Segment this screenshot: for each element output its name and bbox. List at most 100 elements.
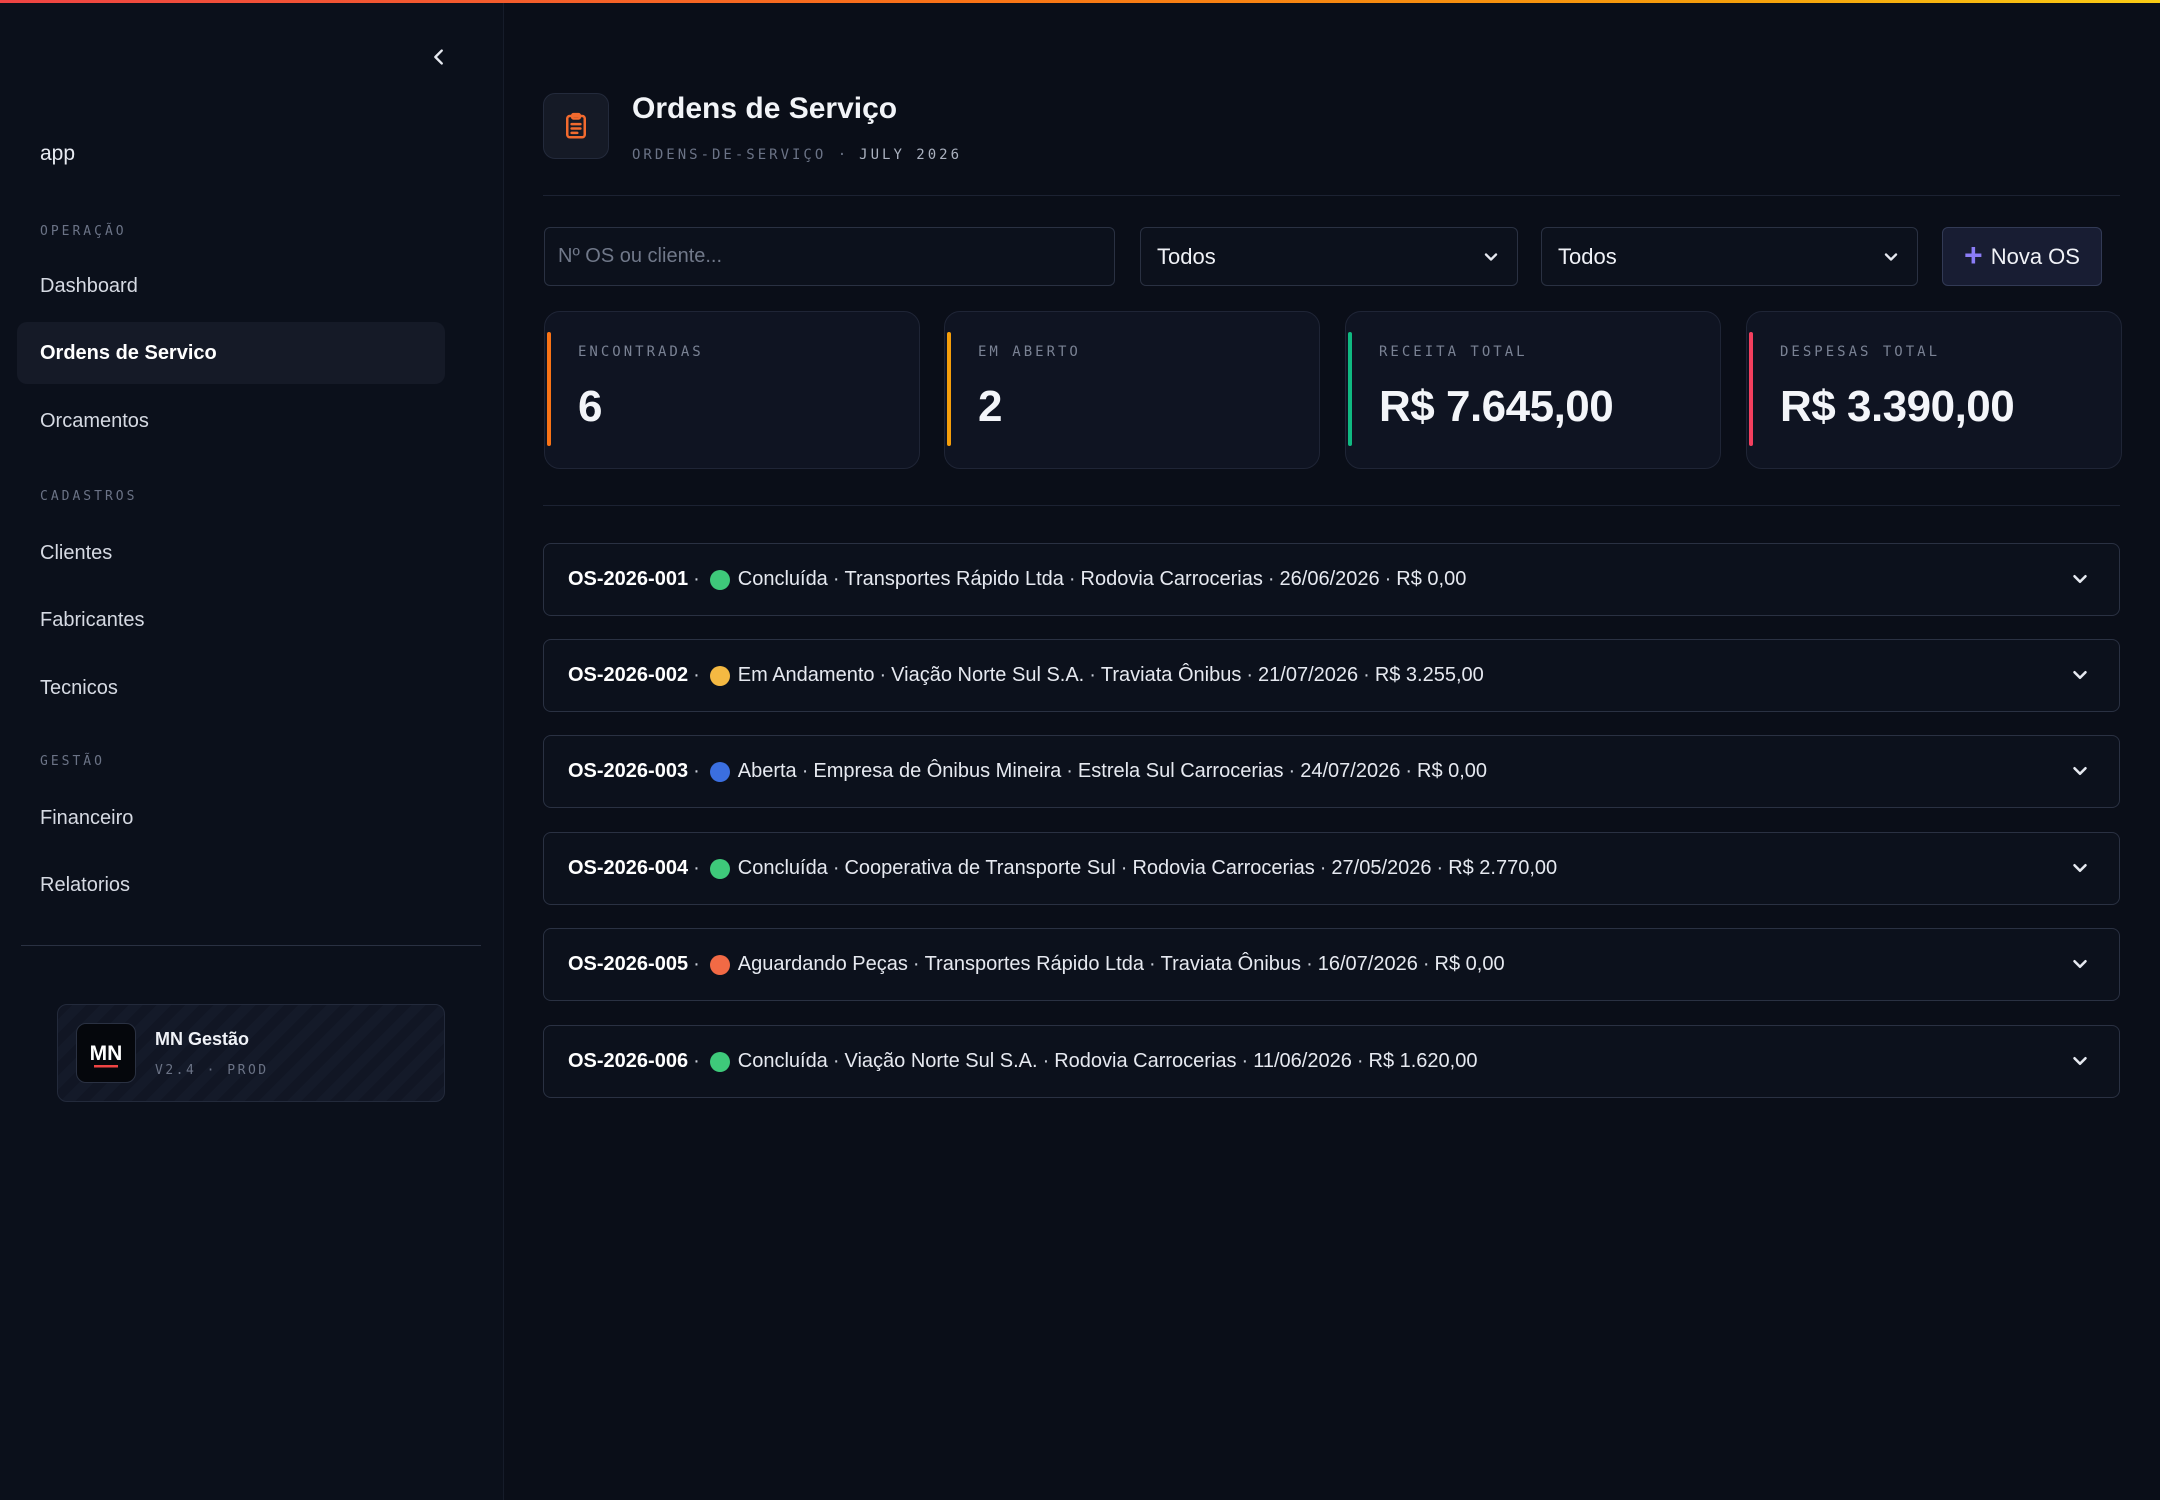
separator: · xyxy=(693,1050,700,1072)
order-status: Em Andamento xyxy=(737,664,875,686)
breadcrumb-month: JULY 2026 xyxy=(859,147,963,163)
stat-value: 6 xyxy=(578,382,602,431)
chevron-down-icon xyxy=(1484,252,1498,261)
status-dot-icon xyxy=(709,665,730,686)
order-row[interactable]: OS-2026-006 · Concluída · Viação Norte Sul S… xyxy=(543,1025,2120,1098)
order-value: R$ 0,00 xyxy=(1396,568,1467,590)
sidebar-item-ordens-de-servico[interactable]: Ordens de Servico xyxy=(17,322,445,384)
order-status: Aguardando Peças xyxy=(737,953,908,975)
sidebar-item-tecnicos[interactable]: Tecnicos xyxy=(17,657,445,719)
order-date: 27/05/2026 xyxy=(1331,857,1432,879)
sidebar-item-financeiro[interactable]: Financeiro xyxy=(17,787,445,849)
order-manufacturer: Rodovia Carrocerias xyxy=(1054,1050,1237,1072)
order-id: OS-2026-002 xyxy=(568,664,689,686)
order-value: R$ 0,00 xyxy=(1417,760,1488,782)
secondary-filter-value: Todos xyxy=(1558,243,1617,269)
separator: · xyxy=(1246,664,1254,686)
order-row[interactable]: OS-2026-005 · Aguardando Peças · Transportes… xyxy=(543,928,2120,1001)
sidebar-item-relatorios[interactable]: Relatorios xyxy=(17,854,445,916)
order-id: OS-2026-003 xyxy=(568,760,689,782)
status-filter-value: Todos xyxy=(1157,243,1216,269)
chevron-down-icon xyxy=(1884,252,1898,261)
order-date: 21/07/2026 xyxy=(1258,664,1359,686)
expand-chevron-icon[interactable] xyxy=(2069,760,2091,782)
order-client: Viação Norte Sul S.A. xyxy=(891,664,1085,686)
order-manufacturer: Rodovia Carrocerias xyxy=(1080,568,1263,590)
stat-accent-bar xyxy=(947,332,951,446)
stat-card: RECEITA TOTAL R$ 7.645,00 xyxy=(1345,311,1721,469)
order-manufacturer: Rodovia Carrocerias xyxy=(1132,857,1315,879)
separator: · xyxy=(1068,568,1076,590)
page-icon xyxy=(543,93,609,159)
section-label-gestao: GESTÃO xyxy=(40,754,105,769)
separator: · xyxy=(693,953,700,975)
sidebar-item-dashboard[interactable]: Dashboard xyxy=(17,255,445,317)
separator: · xyxy=(1288,760,1296,782)
order-value: R$ 1.620,00 xyxy=(1368,1050,1478,1072)
sidebar-item-orcamentos[interactable]: Orcamentos xyxy=(17,390,445,452)
stat-value: R$ 7.645,00 xyxy=(1379,382,1614,431)
separator: · xyxy=(1148,953,1156,975)
order-date: 26/06/2026 xyxy=(1279,568,1380,590)
separator: · xyxy=(693,568,700,590)
separator: · xyxy=(1120,857,1128,879)
separator: · xyxy=(1384,568,1392,590)
expand-chevron-icon[interactable] xyxy=(2069,664,2091,686)
stat-card: ENCONTRADAS 6 xyxy=(544,311,920,469)
separator: · xyxy=(1436,857,1444,879)
order-row[interactable]: OS-2026-004 · Concluída · Cooperativa de Tra… xyxy=(543,832,2120,905)
clipboard-icon xyxy=(566,112,586,139)
header-divider xyxy=(543,195,2120,196)
status-dot-icon xyxy=(709,1051,730,1072)
separator: · xyxy=(1042,1050,1050,1072)
breadcrumb-path: ORDENS-DE-SERVIÇO · xyxy=(632,147,850,163)
order-status: Concluída xyxy=(737,857,828,879)
order-date: 16/07/2026 xyxy=(1317,953,1418,975)
separator: · xyxy=(1356,1050,1364,1072)
order-id: OS-2026-006 xyxy=(568,1050,689,1072)
order-status: Concluída xyxy=(737,1050,828,1072)
search-input[interactable] xyxy=(544,227,1115,286)
order-row[interactable]: OS-2026-002 · Em Andamento · Viação Norte Su… xyxy=(543,639,2120,712)
sidebar-item-fabricantes[interactable]: Fabricantes xyxy=(17,589,445,651)
separator: · xyxy=(801,760,809,782)
order-value: R$ 0,00 xyxy=(1434,953,1505,975)
stat-label: RECEITA TOTAL xyxy=(1379,344,1528,360)
svg-text:MN: MN xyxy=(90,1042,123,1065)
collapse-sidebar-button[interactable] xyxy=(426,46,452,72)
stat-label: DESPESAS TOTAL xyxy=(1780,344,1941,360)
mn-logo-icon: MN xyxy=(90,1042,123,1068)
stat-accent-bar xyxy=(1348,332,1352,446)
page-title: Ordens de Serviço xyxy=(632,92,898,125)
separator: · xyxy=(693,664,700,686)
separator: · xyxy=(1241,1050,1249,1072)
separator: · xyxy=(1267,568,1275,590)
expand-chevron-icon[interactable] xyxy=(2069,1050,2091,1072)
order-manufacturer: Traviata Ônibus xyxy=(1100,664,1242,686)
order-row[interactable]: OS-2026-001 · Concluída · Transportes Rápido… xyxy=(543,543,2120,616)
status-filter-select[interactable]: Todos xyxy=(1140,227,1518,286)
order-row[interactable]: OS-2026-003 · Aberta · Empresa de Ônibus Min… xyxy=(543,735,2120,808)
separator: · xyxy=(1066,760,1073,782)
new-os-button[interactable]: + Nova OS xyxy=(1942,227,2102,286)
status-dot-icon xyxy=(709,858,730,879)
sidebar-item-clientes[interactable]: Clientes xyxy=(17,522,445,584)
expand-chevron-icon[interactable] xyxy=(2069,953,2091,975)
order-date: 11/06/2026 xyxy=(1253,1050,1352,1072)
order-date: 24/07/2026 xyxy=(1300,760,1401,782)
order-id: OS-2026-005 xyxy=(568,953,689,975)
list-divider xyxy=(543,505,2120,506)
expand-chevron-icon[interactable] xyxy=(2069,857,2091,879)
brand-logo: MN xyxy=(76,1023,136,1083)
brand-name: MN Gestão xyxy=(155,1029,250,1049)
order-manufacturer: Traviata Ônibus xyxy=(1160,953,1302,975)
app-label: app xyxy=(40,142,76,165)
stat-value: 2 xyxy=(978,382,1002,431)
order-value: R$ 2.770,00 xyxy=(1448,857,1558,879)
order-client: Transportes Rápido Ltda xyxy=(924,953,1144,975)
new-os-label: Nova OS xyxy=(1990,243,2080,269)
sidebar: app OPERAÇÃO Dashboard Ordens de Servico… xyxy=(0,0,504,1500)
stat-label: ENCONTRADAS xyxy=(578,344,704,360)
secondary-filter-select[interactable]: Todos xyxy=(1541,227,1918,286)
expand-chevron-icon[interactable] xyxy=(2069,568,2091,590)
